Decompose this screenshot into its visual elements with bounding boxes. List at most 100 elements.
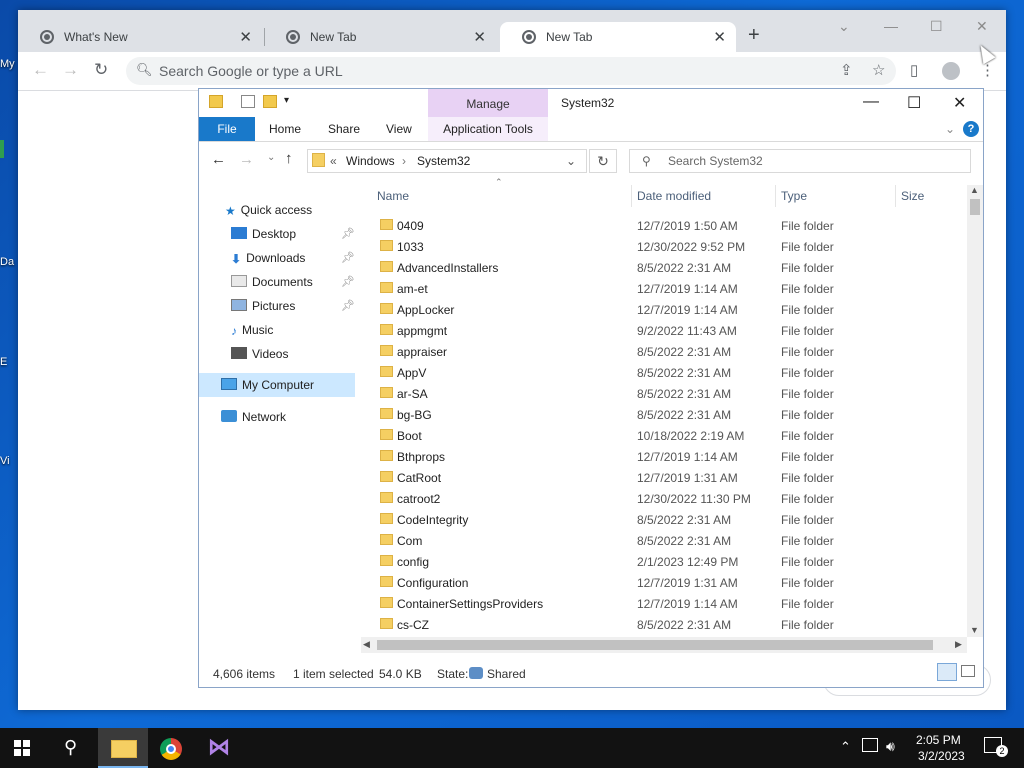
desktop-icon-label[interactable] xyxy=(0,140,4,158)
table-row[interactable]: am-et 12/7/2019 1:14 AM File folder xyxy=(375,278,965,299)
table-row[interactable]: Com 8/5/2022 2:31 AM File folder xyxy=(375,530,965,551)
column-header-size[interactable]: Size xyxy=(901,189,924,211)
reload-icon[interactable]: ↻ xyxy=(94,60,108,80)
desktop-icon-label[interactable]: My xyxy=(0,58,20,70)
column-divider[interactable] xyxy=(631,185,632,207)
close-tab-icon[interactable]: ✕ xyxy=(473,28,486,46)
details-view-icon[interactable] xyxy=(937,663,957,681)
side-panel-icon[interactable]: ▯ xyxy=(910,61,918,79)
clock-date[interactable]: 3/2/2023 xyxy=(918,749,965,763)
table-row[interactable]: appraiser 8/5/2022 2:31 AM File folder xyxy=(375,341,965,362)
tab-share[interactable]: Share xyxy=(328,122,360,136)
maximize-button[interactable]: ☐ xyxy=(930,18,943,35)
nav-videos[interactable]: Videos xyxy=(231,343,288,365)
new-folder-icon[interactable] xyxy=(263,95,277,108)
table-row[interactable]: CatRoot 12/7/2019 1:31 AM File folder xyxy=(375,467,965,488)
omnibox[interactable]: 🔍︎ Search Google or type a URL xyxy=(126,57,896,85)
column-header-name[interactable]: Name xyxy=(377,189,409,211)
tab-view[interactable]: View xyxy=(386,122,412,136)
scroll-thumb[interactable] xyxy=(377,640,933,650)
refresh-button[interactable]: ↻ xyxy=(589,149,617,173)
search-box[interactable]: ⚲ Search System32 xyxy=(629,149,971,173)
table-row[interactable]: config 2/1/2023 12:49 PM File folder xyxy=(375,551,965,572)
minimize-button[interactable]: — xyxy=(863,93,879,111)
breadcrumb-system32[interactable]: System32 xyxy=(417,154,470,168)
tab-new-tab[interactable]: New Tab ✕ xyxy=(264,22,496,52)
forward-arrow-icon[interactable]: → xyxy=(62,60,79,80)
tab-file[interactable]: File xyxy=(199,117,255,141)
scroll-right-arrow[interactable]: ▶ xyxy=(955,639,962,650)
tab-application-tools[interactable]: Application Tools xyxy=(428,117,548,141)
properties-icon[interactable] xyxy=(241,95,255,108)
table-row[interactable]: ContainerSettingsProviders 12/7/2019 1:14… xyxy=(375,593,965,614)
vertical-scrollbar[interactable]: ▲ ▼ xyxy=(967,185,983,637)
chrome-icon[interactable] xyxy=(160,738,182,760)
up-arrow-icon[interactable]: ↑ xyxy=(285,150,293,167)
new-tab-button[interactable]: + xyxy=(748,24,760,47)
close-window-button[interactable]: ✕ xyxy=(976,18,988,35)
column-header-type[interactable]: Type xyxy=(781,189,807,211)
column-divider[interactable] xyxy=(775,185,776,207)
chevron-up-icon[interactable]: ⌃ xyxy=(840,739,851,755)
table-row[interactable]: 0409 12/7/2019 1:50 AM File folder xyxy=(375,215,965,236)
close-window-button[interactable]: ✕ xyxy=(953,93,966,113)
table-row[interactable]: AdvancedInstallers 8/5/2022 2:31 AM File f… xyxy=(375,257,965,278)
recent-locations-icon[interactable]: ⌄ xyxy=(267,152,275,163)
desktop-icon-label[interactable]: Vi xyxy=(0,455,20,467)
scroll-left-arrow[interactable]: ◀ xyxy=(363,639,370,650)
table-row[interactable]: 1033 12/30/2022 9:52 PM File folder xyxy=(375,236,965,257)
column-divider[interactable] xyxy=(895,185,896,207)
table-row[interactable]: catroot2 12/30/2022 11:30 PM File folder xyxy=(375,488,965,509)
scroll-down-arrow[interactable]: ▼ xyxy=(970,625,979,635)
column-header-date[interactable]: Date modified xyxy=(637,189,711,211)
table-row[interactable]: Configuration 12/7/2019 1:31 AM File folde… xyxy=(375,572,965,593)
close-tab-icon[interactable]: ✕ xyxy=(239,28,252,46)
table-row[interactable]: AppLocker 12/7/2019 1:14 AM File folder xyxy=(375,299,965,320)
close-tab-icon[interactable]: ✕ xyxy=(713,28,726,46)
table-row[interactable]: CodeIntegrity 8/5/2022 2:31 AM File folder xyxy=(375,509,965,530)
desktop-icon-label[interactable]: E xyxy=(0,356,20,368)
share-icon[interactable]: ⇪ xyxy=(840,61,853,79)
nav-network[interactable]: Network xyxy=(221,406,286,428)
windows-start-icon[interactable] xyxy=(14,740,30,756)
visual-studio-icon[interactable]: ⋈ xyxy=(208,734,230,760)
large-icons-view-icon[interactable] xyxy=(961,665,975,677)
tab-whats-new[interactable]: What's New ✕ xyxy=(18,22,262,52)
table-row[interactable]: ar-SA 8/5/2022 2:31 AM File folder xyxy=(375,383,965,404)
address-bar[interactable]: « Windows › System32 ⌄ xyxy=(307,149,587,173)
table-row[interactable]: Bthprops 12/7/2019 1:14 AM File folder xyxy=(375,446,965,467)
table-row[interactable]: appmgmt 9/2/2022 11:43 AM File folder xyxy=(375,320,965,341)
scroll-thumb[interactable] xyxy=(970,199,980,215)
forward-arrow-icon[interactable]: → xyxy=(239,151,254,168)
minimize-button[interactable]: — xyxy=(884,18,898,34)
nav-downloads[interactable]: ⬇ Downloads xyxy=(231,247,305,269)
network-icon[interactable] xyxy=(862,738,878,752)
nav-documents[interactable]: Documents xyxy=(231,271,313,293)
nav-quick-access[interactable]: ★ Quick access xyxy=(225,199,312,221)
nav-my-computer[interactable]: My Computer xyxy=(221,374,314,396)
expand-ribbon-icon[interactable]: ⌄ xyxy=(945,122,955,136)
bookmark-star-icon[interactable]: ☆ xyxy=(872,61,885,79)
table-row[interactable]: cs-CZ 8/5/2022 2:31 AM File folder xyxy=(375,614,965,635)
nav-desktop[interactable]: Desktop xyxy=(231,223,296,245)
tab-new-tab-active[interactable]: New Tab ✕ xyxy=(500,22,736,52)
volume-icon[interactable]: 🔊︎ xyxy=(886,738,895,755)
tab-search-icon[interactable]: ⌄ xyxy=(838,18,850,35)
table-row[interactable]: Boot 10/18/2022 2:19 AM File folder xyxy=(375,425,965,446)
address-dropdown-icon[interactable]: ⌄ xyxy=(566,154,576,168)
profile-avatar[interactable] xyxy=(942,62,960,80)
customize-qat-icon[interactable]: ▾ xyxy=(284,95,289,106)
back-arrow-icon[interactable]: ← xyxy=(32,60,49,80)
nav-music[interactable]: ♪ Music xyxy=(231,319,273,341)
table-row[interactable]: AppV 8/5/2022 2:31 AM File folder xyxy=(375,362,965,383)
horizontal-scrollbar[interactable]: ◀ ▶ xyxy=(361,637,967,653)
nav-pictures[interactable]: Pictures xyxy=(231,295,295,317)
help-icon[interactable]: ? xyxy=(963,121,979,137)
back-arrow-icon[interactable]: ← xyxy=(211,151,226,168)
file-explorer-taskbar-button[interactable] xyxy=(98,728,148,768)
manage-tab-header[interactable]: Manage xyxy=(428,89,548,117)
tab-home[interactable]: Home xyxy=(269,122,301,136)
clock-time[interactable]: 2:05 PM xyxy=(916,733,961,747)
table-row[interactable]: bg-BG 8/5/2022 2:31 AM File folder xyxy=(375,404,965,425)
desktop-icon-label[interactable]: Da xyxy=(0,256,20,268)
